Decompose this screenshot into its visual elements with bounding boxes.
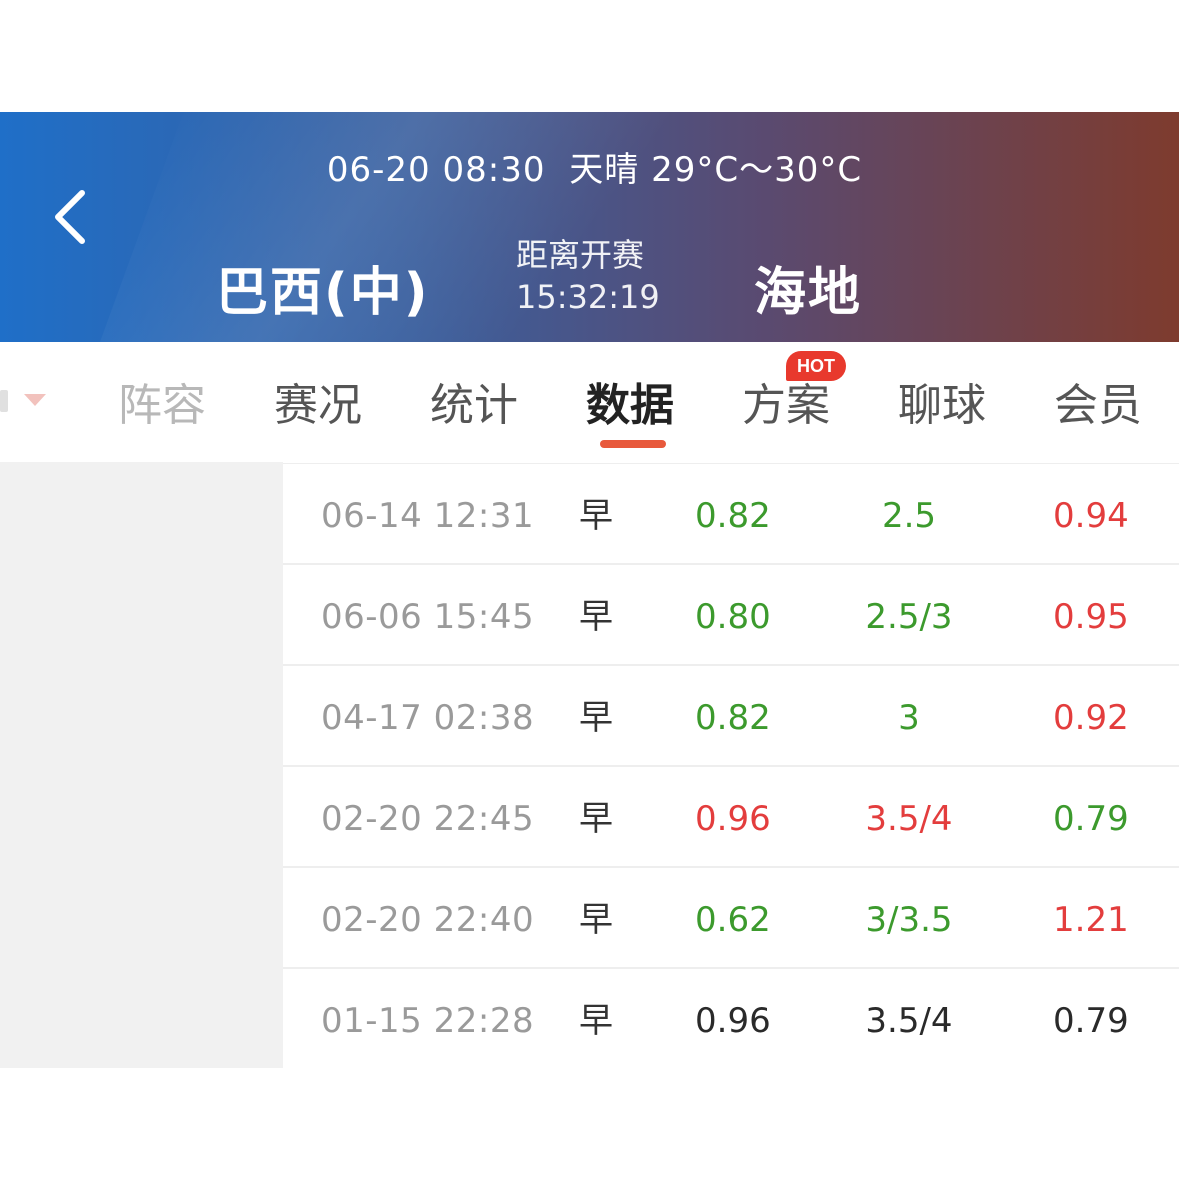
chevron-left-icon [55, 190, 85, 244]
page: 06-20 08:30 天晴 29°C～30°C 巴西(中) 距离开赛 15:3… [0, 0, 1179, 1179]
row-handicap-line: 3/3.5 [865, 900, 953, 940]
tab-statistics[interactable]: 统计 [430, 376, 518, 436]
row-type: 早 [579, 900, 613, 940]
row-time: 04-17 02:38 [321, 698, 535, 738]
active-tab-indicator [600, 440, 666, 448]
home-team-name: 巴西(中) [216, 263, 430, 323]
row-handicap-line: 3 [898, 698, 920, 738]
tab-plans[interactable]: 方案 [742, 376, 830, 436]
tab-lineup[interactable]: 阵容 [118, 376, 206, 436]
match-weather: 天晴 29°C～30°C [569, 150, 863, 190]
row-handicap-line: 2.5/3 [865, 597, 953, 637]
row-home-odds: 0.80 [695, 597, 771, 637]
match-info: 06-20 08:30 天晴 29°C～30°C [0, 142, 1179, 191]
tab-membership[interactable]: 会员 [1054, 376, 1142, 436]
back-button[interactable] [40, 182, 100, 252]
row-home-odds: 0.96 [695, 1001, 771, 1041]
table-row: 06-06 15:45 早 0.80 2.5/3 0.95 [283, 565, 1179, 666]
row-away-odds: 0.94 [1053, 496, 1129, 536]
table-row: 04-17 02:38 早 0.82 3 0.92 [283, 666, 1179, 767]
row-time: 02-20 22:40 [321, 900, 535, 940]
countdown: 距离开赛 15:32:19 [516, 234, 666, 318]
tab-bar: 阵容 赛况 统计 数据 方案 HOT 聊球 会员 [0, 342, 1179, 464]
row-handicap-line: 3.5/4 [865, 799, 953, 839]
match-datetime: 06-20 08:30 [326, 150, 546, 190]
countdown-time: 15:32:19 [516, 278, 660, 316]
tab-match-status[interactable]: 赛况 [274, 376, 362, 436]
row-away-odds: 0.79 [1053, 1001, 1129, 1041]
row-home-odds: 0.96 [695, 799, 771, 839]
row-away-odds: 0.79 [1053, 799, 1129, 839]
row-type: 早 [579, 698, 613, 738]
left-side-panel [0, 462, 283, 1068]
row-home-odds: 0.62 [695, 900, 771, 940]
row-time: 06-06 15:45 [321, 597, 535, 637]
row-away-odds: 0.92 [1053, 698, 1129, 738]
table-row: 01-15 22:28 早 0.96 3.5/4 0.79 [283, 969, 1179, 1070]
row-type: 早 [579, 1001, 613, 1041]
row-away-odds: 0.95 [1053, 597, 1129, 637]
row-time: 06-14 12:31 [321, 496, 535, 536]
match-header: 06-20 08:30 天晴 29°C～30°C 巴西(中) 距离开赛 15:3… [0, 112, 1179, 342]
triangle-down-icon[interactable] [24, 394, 46, 406]
tab-data[interactable]: 数据 [586, 376, 674, 436]
table-row: 02-20 22:40 早 0.62 3/3.5 1.21 [283, 868, 1179, 969]
row-type: 早 [579, 597, 613, 637]
row-away-odds: 1.21 [1053, 900, 1129, 940]
row-time: 02-20 22:45 [321, 799, 535, 839]
countdown-label: 距离开赛 [516, 236, 645, 274]
row-time: 01-15 22:28 [321, 1001, 535, 1041]
hot-badge: HOT [786, 351, 846, 381]
row-home-odds: 0.82 [695, 698, 771, 738]
row-handicap-line: 3.5/4 [865, 1001, 953, 1041]
row-type: 早 [579, 799, 613, 839]
table-row: 06-14 12:31 早 0.82 2.5 0.94 [283, 464, 1179, 565]
row-handicap-line: 2.5 [881, 496, 937, 536]
row-home-odds: 0.82 [695, 496, 771, 536]
table-row: 02-20 22:45 早 0.96 3.5/4 0.79 [283, 767, 1179, 868]
tab-partial-offscreen[interactable] [0, 390, 8, 412]
row-type: 早 [579, 496, 613, 536]
tab-chat[interactable]: 聊球 [898, 376, 986, 436]
odds-history-table: 06-14 12:31 早 0.82 2.5 0.94 06-06 15:45 … [283, 464, 1179, 1070]
away-team-name: 海地 [754, 263, 863, 323]
